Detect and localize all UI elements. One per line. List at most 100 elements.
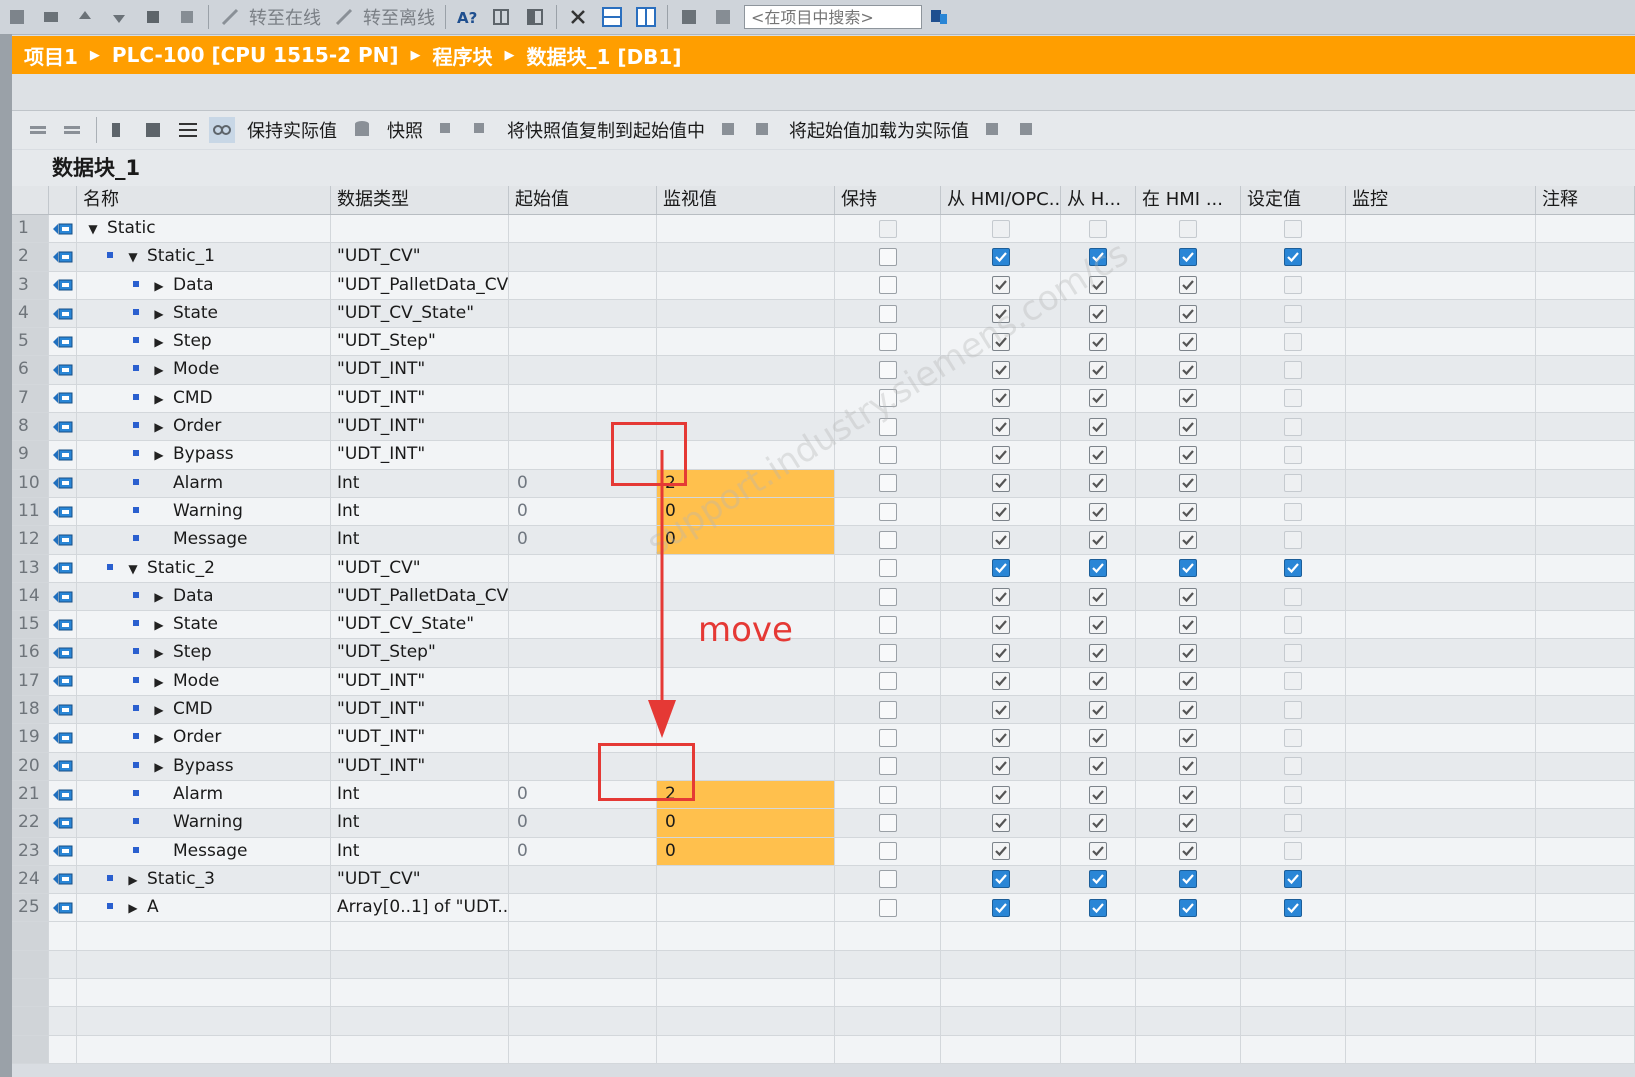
accessible-devices-icon[interactable]: A? — [454, 4, 480, 30]
row-supervision[interactable] — [1346, 724, 1536, 752]
from-hmi-checkbox[interactable] — [1089, 502, 1107, 521]
table-row[interactable]: 5 ▶ Step "UDT_Step" — [12, 328, 1635, 357]
row-monitor-value[interactable]: 0 — [657, 809, 835, 837]
row-name[interactable]: Warning — [77, 497, 331, 526]
setpoint-checkbox[interactable] — [1284, 672, 1302, 691]
hmi-opc-checkbox[interactable] — [991, 672, 1010, 691]
row-name[interactable]: ▶ Bypass — [77, 752, 331, 780]
row-start-value[interactable] — [509, 243, 657, 271]
row-comment[interactable] — [1536, 780, 1635, 809]
row-name[interactable]: ▶ Data — [77, 271, 331, 299]
expand-arrow-icon[interactable]: ▶ — [127, 867, 139, 893]
row-start-value[interactable] — [509, 696, 657, 724]
from-hmi-checkbox[interactable] — [1089, 219, 1107, 238]
from-hmi-checkbox[interactable] — [1089, 757, 1107, 776]
retain-checkbox[interactable] — [878, 644, 897, 663]
retain-checkbox[interactable] — [878, 276, 897, 295]
row-supervision[interactable] — [1346, 469, 1536, 497]
breadcrumb-project[interactable]: 项目1 — [24, 41, 78, 70]
in-hmi-checkbox[interactable] — [1179, 672, 1197, 691]
setpoint-checkbox[interactable] — [1284, 757, 1302, 776]
in-hmi-checkbox[interactable] — [1179, 587, 1197, 606]
row-comment[interactable] — [1536, 696, 1635, 724]
hmi-opc-checkbox[interactable] — [991, 700, 1010, 719]
from-hmi-checkbox[interactable] — [1089, 559, 1107, 578]
row-name[interactable]: ▶ Step — [77, 639, 331, 667]
in-hmi-checkbox[interactable] — [1179, 898, 1197, 917]
row-comment[interactable] — [1536, 724, 1635, 752]
row-datatype[interactable] — [331, 215, 509, 243]
snapshot-load-icon[interactable] — [469, 117, 495, 143]
row-name[interactable]: ▼ Static_2 — [77, 554, 331, 582]
row-name[interactable]: ▶ CMD — [77, 384, 331, 413]
row-comment[interactable] — [1536, 356, 1635, 384]
row-datatype[interactable]: Int — [331, 526, 509, 554]
retain-checkbox[interactable] — [878, 728, 897, 747]
in-hmi-checkbox[interactable] — [1179, 615, 1197, 634]
project-search-input[interactable] — [744, 5, 922, 29]
from-hmi-checkbox[interactable] — [1089, 813, 1107, 832]
row-start-value[interactable]: 0 — [509, 497, 657, 526]
layout-vertical-icon[interactable] — [633, 4, 659, 30]
save-device-icon[interactable] — [174, 4, 200, 30]
add-row-icon[interactable] — [60, 117, 86, 143]
breadcrumb-plc[interactable]: PLC-100 [CPU 1515-2 PN] — [112, 43, 399, 67]
row-start-value[interactable] — [509, 894, 657, 922]
row-name[interactable]: ▼ Static_1 — [77, 243, 331, 271]
setpoint-checkbox[interactable] — [1284, 870, 1302, 889]
from-hmi-checkbox[interactable] — [1089, 870, 1107, 889]
retain-checkbox[interactable] — [878, 813, 897, 832]
retain-checkbox[interactable] — [878, 870, 897, 889]
retain-checkbox[interactable] — [878, 898, 897, 917]
table-row[interactable]: 6 ▶ Mode "UDT_INT" — [12, 356, 1635, 385]
row-start-value[interactable] — [509, 639, 657, 667]
row-supervision[interactable] — [1346, 639, 1536, 667]
monitor-all-icon[interactable] — [209, 117, 235, 143]
row-name[interactable]: ▶ Static_3 — [77, 865, 331, 894]
row-comment[interactable] — [1536, 894, 1635, 922]
from-hmi-checkbox[interactable] — [1089, 898, 1107, 917]
expand-arrow-icon[interactable]: ▶ — [153, 442, 165, 468]
expand-arrow-icon[interactable]: ▶ — [153, 414, 165, 440]
expand-arrow-icon[interactable]: ▶ — [127, 895, 139, 921]
expand-arrow-icon[interactable]: ▶ — [153, 754, 165, 780]
row-datatype[interactable]: Int — [331, 497, 509, 526]
from-hmi-checkbox[interactable] — [1089, 474, 1107, 493]
row-start-value[interactable] — [509, 582, 657, 611]
setpoint-checkbox[interactable] — [1284, 898, 1302, 917]
in-hmi-checkbox[interactable] — [1179, 728, 1197, 747]
row-datatype[interactable]: "UDT_CV_State" — [331, 611, 509, 639]
hmi-opc-checkbox[interactable] — [991, 842, 1010, 861]
collapse-arrow-icon[interactable]: ▼ — [87, 216, 99, 242]
retain-checkbox[interactable] — [878, 615, 897, 634]
in-hmi-checkbox[interactable] — [1179, 813, 1197, 832]
retain-checkbox[interactable] — [878, 304, 897, 323]
row-comment[interactable] — [1536, 667, 1635, 696]
row-datatype[interactable]: "UDT_INT" — [331, 696, 509, 724]
table-row[interactable]: 2 ▼ Static_1 "UDT_CV" — [12, 243, 1635, 272]
retain-checkbox[interactable] — [878, 502, 897, 521]
row-supervision[interactable] — [1346, 865, 1536, 894]
row-start-value[interactable] — [509, 554, 657, 582]
row-comment[interactable] — [1536, 469, 1635, 497]
row-supervision[interactable] — [1346, 384, 1536, 413]
row-monitor-value[interactable] — [657, 356, 835, 384]
hmi-opc-checkbox[interactable] — [991, 644, 1010, 663]
in-hmi-checkbox[interactable] — [1179, 446, 1197, 465]
breadcrumb-program-blocks[interactable]: 程序块 — [433, 41, 493, 70]
row-name[interactable]: ▶ State — [77, 611, 331, 639]
setpoint-checkbox[interactable] — [1284, 587, 1302, 606]
setpoint-checkbox[interactable] — [1284, 219, 1302, 238]
device-icon[interactable] — [140, 4, 166, 30]
row-supervision[interactable] — [1346, 441, 1536, 469]
row-name[interactable]: Warning — [77, 809, 331, 837]
in-hmi-checkbox[interactable] — [1179, 559, 1197, 578]
setpoint-checkbox[interactable] — [1284, 304, 1302, 323]
row-supervision[interactable] — [1346, 752, 1536, 780]
layout-horizontal-icon[interactable] — [599, 4, 625, 30]
from-hmi-checkbox[interactable] — [1089, 728, 1107, 747]
from-hmi-checkbox[interactable] — [1089, 644, 1107, 663]
row-start-value[interactable] — [509, 271, 657, 299]
hmi-opc-checkbox[interactable] — [991, 587, 1010, 606]
row-supervision[interactable] — [1346, 356, 1536, 384]
